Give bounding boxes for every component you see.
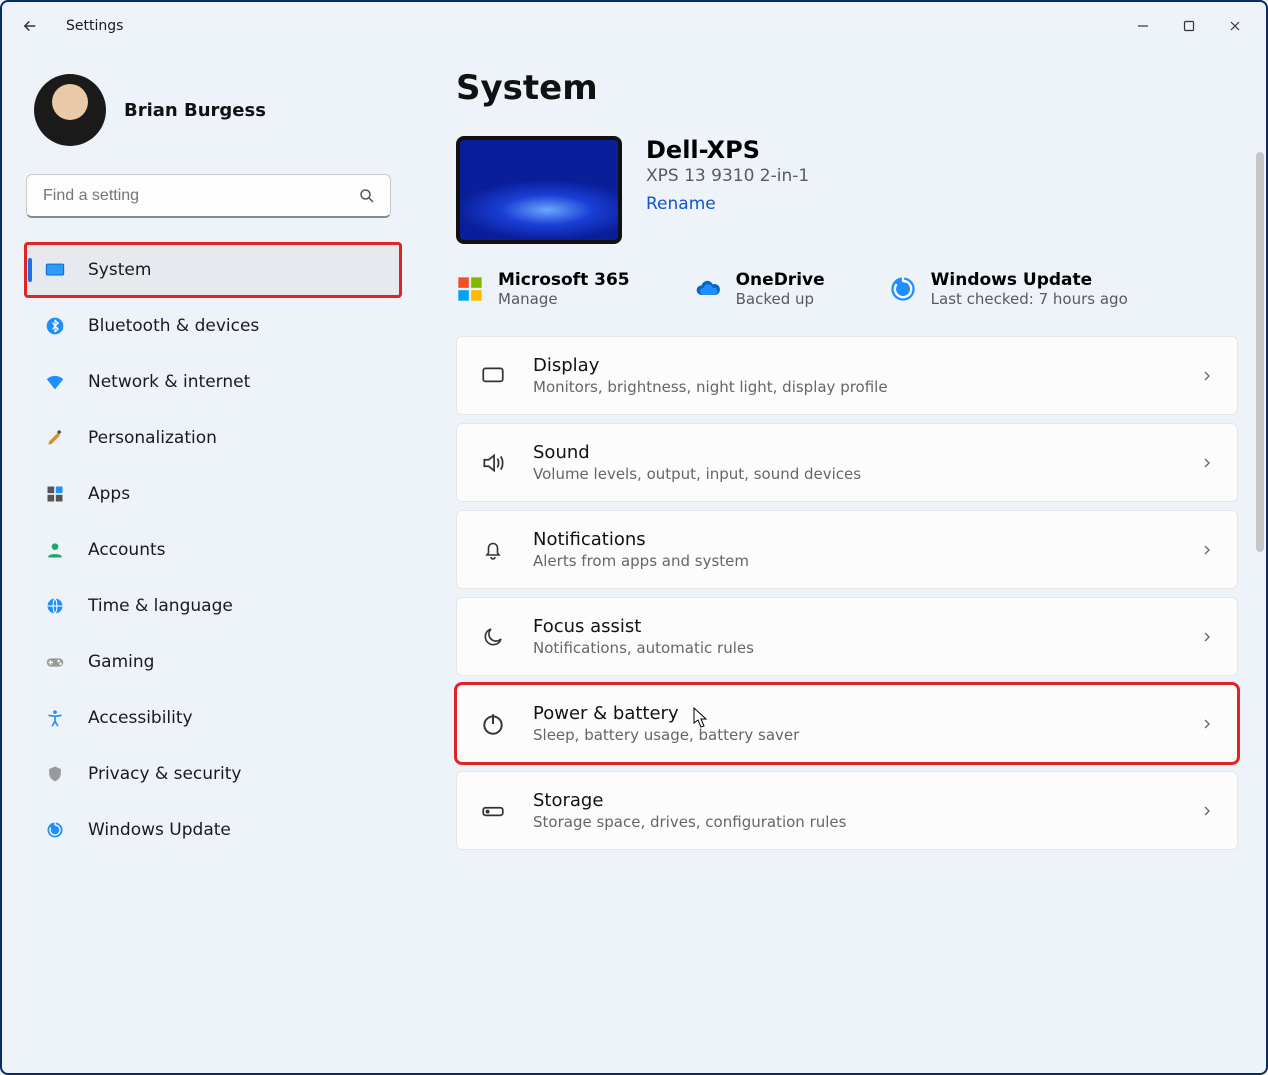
status-sub: Manage — [498, 290, 630, 308]
status-title: Microsoft 365 — [498, 270, 630, 290]
sidebar-item-accessibility[interactable]: Accessibility — [26, 692, 400, 744]
device-model: XPS 13 9310 2-in-1 — [646, 166, 809, 186]
sidebar-item-label: Bluetooth & devices — [88, 316, 259, 336]
sidebar-item-bluetooth[interactable]: Bluetooth & devices — [26, 300, 400, 352]
sidebar-item-label: Time & language — [88, 596, 233, 616]
status-microsoft365[interactable]: Microsoft 365 Manage — [456, 270, 630, 308]
setting-sound[interactable]: Sound Volume levels, output, input, soun… — [456, 423, 1238, 502]
setting-storage[interactable]: Storage Storage space, drives, configura… — [456, 771, 1238, 850]
status-title: OneDrive — [736, 270, 825, 290]
setting-display[interactable]: Display Monitors, brightness, night ligh… — [456, 336, 1238, 415]
sidebar: Brian Burgess System Bluetooth & devices — [2, 50, 412, 1073]
sidebar-item-label: Apps — [88, 484, 130, 504]
sidebar-item-system[interactable]: System — [26, 244, 400, 296]
sidebar-item-privacy[interactable]: Privacy & security — [26, 748, 400, 800]
display-setting-icon — [479, 362, 507, 390]
sidebar-item-label: Privacy & security — [88, 764, 242, 784]
user-name: Brian Burgess — [124, 100, 266, 121]
app-title: Settings — [66, 18, 123, 34]
rename-link[interactable]: Rename — [646, 194, 716, 214]
status-sub: Backed up — [736, 290, 825, 308]
sidebar-item-windows-update[interactable]: Windows Update — [26, 804, 400, 856]
profile-block[interactable]: Brian Burgess — [26, 74, 400, 146]
chevron-right-icon — [1199, 803, 1215, 819]
setting-title: Sound — [533, 442, 1173, 463]
brush-icon — [44, 427, 66, 449]
titlebar: Settings — [2, 2, 1266, 50]
sidebar-item-label: Network & internet — [88, 372, 250, 392]
setting-sub: Volume levels, output, input, sound devi… — [533, 465, 1173, 483]
main-content: System Dell-XPS XPS 13 9310 2-in-1 Renam… — [412, 50, 1266, 1073]
setting-sub: Monitors, brightness, night light, displ… — [533, 378, 1173, 396]
bell-icon — [479, 536, 507, 564]
setting-title: Notifications — [533, 529, 1173, 550]
sidebar-item-personalization[interactable]: Personalization — [26, 412, 400, 464]
moon-icon — [479, 623, 507, 651]
sidebar-item-network[interactable]: Network & internet — [26, 356, 400, 408]
storage-icon — [479, 797, 507, 825]
sidebar-item-label: Accounts — [88, 540, 166, 560]
sidebar-item-time-language[interactable]: Time & language — [26, 580, 400, 632]
sidebar-item-accounts[interactable]: Accounts — [26, 524, 400, 576]
setting-sub: Alerts from apps and system — [533, 552, 1173, 570]
onedrive-icon — [694, 275, 722, 303]
status-windows-update[interactable]: Windows Update Last checked: 7 hours ago — [889, 270, 1128, 308]
shield-icon — [44, 763, 66, 785]
setting-notifications[interactable]: Notifications Alerts from apps and syste… — [456, 510, 1238, 589]
setting-sub: Sleep, battery usage, battery saver — [533, 726, 1173, 744]
setting-focus-assist[interactable]: Focus assist Notifications, automatic ru… — [456, 597, 1238, 676]
search-box[interactable] — [26, 174, 391, 218]
sidebar-item-gaming[interactable]: Gaming — [26, 636, 400, 688]
accessibility-icon — [44, 707, 66, 729]
status-sub: Last checked: 7 hours ago — [931, 290, 1128, 308]
setting-title: Storage — [533, 790, 1173, 811]
status-onedrive[interactable]: OneDrive Backed up — [694, 270, 825, 308]
device-name: Dell-XPS — [646, 136, 809, 164]
page-title: System — [456, 68, 1238, 108]
apps-icon — [44, 483, 66, 505]
globe-icon — [44, 595, 66, 617]
scrollbar[interactable] — [1256, 152, 1264, 552]
sidebar-item-label: Accessibility — [88, 708, 193, 728]
back-button[interactable] — [10, 6, 50, 46]
sidebar-item-label: System — [88, 260, 151, 280]
device-thumbnail[interactable] — [456, 136, 622, 244]
person-icon — [44, 539, 66, 561]
sidebar-item-label: Gaming — [88, 652, 154, 672]
sidebar-item-label: Windows Update — [88, 820, 231, 840]
sound-icon — [479, 449, 507, 477]
setting-sub: Storage space, drives, configuration rul… — [533, 813, 1173, 831]
setting-title: Focus assist — [533, 616, 1173, 637]
setting-title: Power & battery — [533, 703, 1173, 724]
sidebar-item-apps[interactable]: Apps — [26, 468, 400, 520]
microsoft-icon — [456, 275, 484, 303]
setting-sub: Notifications, automatic rules — [533, 639, 1173, 657]
avatar — [34, 74, 106, 146]
chevron-right-icon — [1199, 629, 1215, 645]
search-input[interactable] — [43, 187, 358, 205]
minimize-button[interactable] — [1120, 6, 1166, 46]
wifi-icon — [44, 371, 66, 393]
setting-power-battery[interactable]: Power & battery Sleep, battery usage, ba… — [456, 684, 1238, 763]
search-icon — [358, 187, 376, 205]
update-status-icon — [889, 275, 917, 303]
power-icon — [479, 710, 507, 738]
sidebar-item-label: Personalization — [88, 428, 217, 448]
status-title: Windows Update — [931, 270, 1128, 290]
device-info: Dell-XPS XPS 13 9310 2-in-1 Rename — [456, 136, 1238, 244]
chevron-right-icon — [1199, 368, 1215, 384]
update-icon — [44, 819, 66, 841]
chevron-right-icon — [1199, 455, 1215, 471]
close-button[interactable] — [1212, 6, 1258, 46]
bluetooth-icon — [44, 315, 66, 337]
gamepad-icon — [44, 651, 66, 673]
setting-title: Display — [533, 355, 1173, 376]
chevron-right-icon — [1199, 542, 1215, 558]
chevron-right-icon — [1199, 716, 1215, 732]
display-icon — [44, 259, 66, 281]
maximize-button[interactable] — [1166, 6, 1212, 46]
